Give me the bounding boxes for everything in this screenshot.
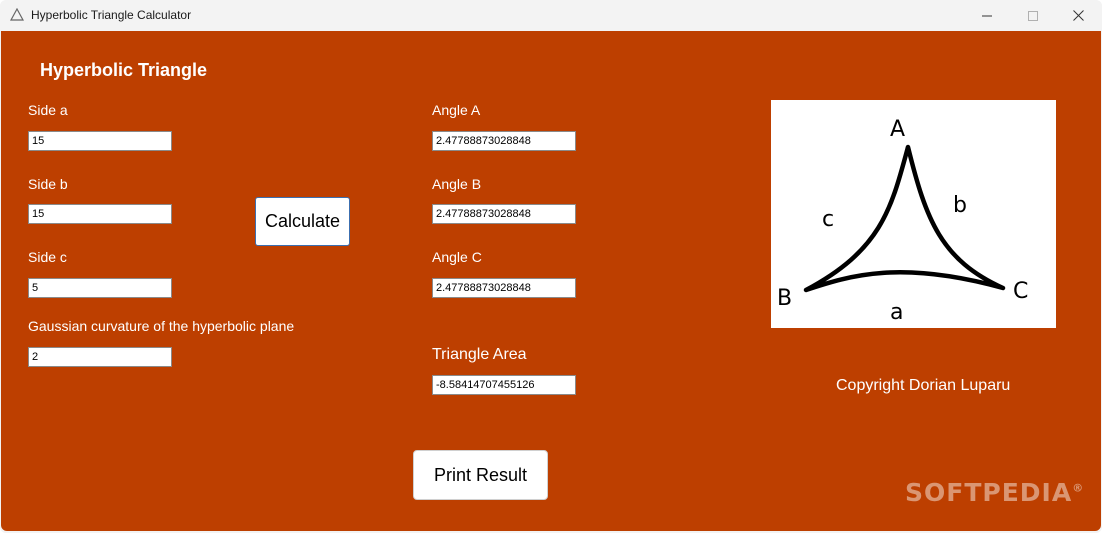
side-c-input[interactable] [28,278,172,298]
curvature-label: Gaussian curvature of the hyperbolic pla… [28,318,295,334]
vertex-a-label: A [890,117,905,142]
side-c-label: Side c [28,249,67,265]
angle-a-label: Angle A [432,102,481,118]
minimize-button[interactable] [964,0,1010,31]
angle-b-output[interactable] [432,204,576,224]
angle-b-label: Angle B [432,176,482,192]
angle-a-output[interactable] [432,131,576,151]
angle-c-label: Angle C [432,249,482,265]
vertex-c-label: C [1013,279,1028,304]
curvature-input[interactable] [28,347,172,367]
triangle-outline [803,144,1006,293]
close-button[interactable] [1055,0,1101,31]
side-c-diagram-label: c [822,207,834,232]
side-a-label: Side a [28,102,68,118]
side-b-input[interactable] [28,204,172,224]
side-b-diagram-label: b [953,193,967,218]
watermark-text: SOFTPEDIA [905,478,1073,507]
copyright-text: Copyright Dorian Luparu [836,377,1011,394]
area-output[interactable] [432,375,576,395]
side-a-input[interactable] [28,131,172,151]
window-title: Hyperbolic Triangle Calculator [31,8,192,22]
area-label: Triangle Area [432,346,527,363]
app-window: Hyperbolic Triangle Calculator Hyperboli… [0,0,1102,533]
app-icon [10,8,24,21]
maximize-icon [1028,10,1038,21]
softpedia-watermark: SOFTPEDIA® [905,478,1084,507]
watermark-registered-mark: ® [1072,481,1085,495]
title-bar[interactable]: Hyperbolic Triangle Calculator [0,0,1102,31]
print-result-button[interactable]: Print Result [413,450,548,500]
maximize-button[interactable] [1010,0,1056,31]
triangle-diagram: A B C a b c [771,100,1056,328]
main-panel: Hyperbolic Triangle Side a Side b Side c… [1,31,1101,531]
side-b-label: Side b [28,176,68,192]
calculate-button[interactable]: Calculate [255,197,350,246]
side-a-diagram-label: a [890,300,903,325]
vertex-b-label: B [777,286,792,311]
angle-c-output[interactable] [432,278,576,298]
page-title: Hyperbolic Triangle [40,60,208,80]
close-icon [1072,10,1084,21]
minimize-icon [982,15,992,16]
